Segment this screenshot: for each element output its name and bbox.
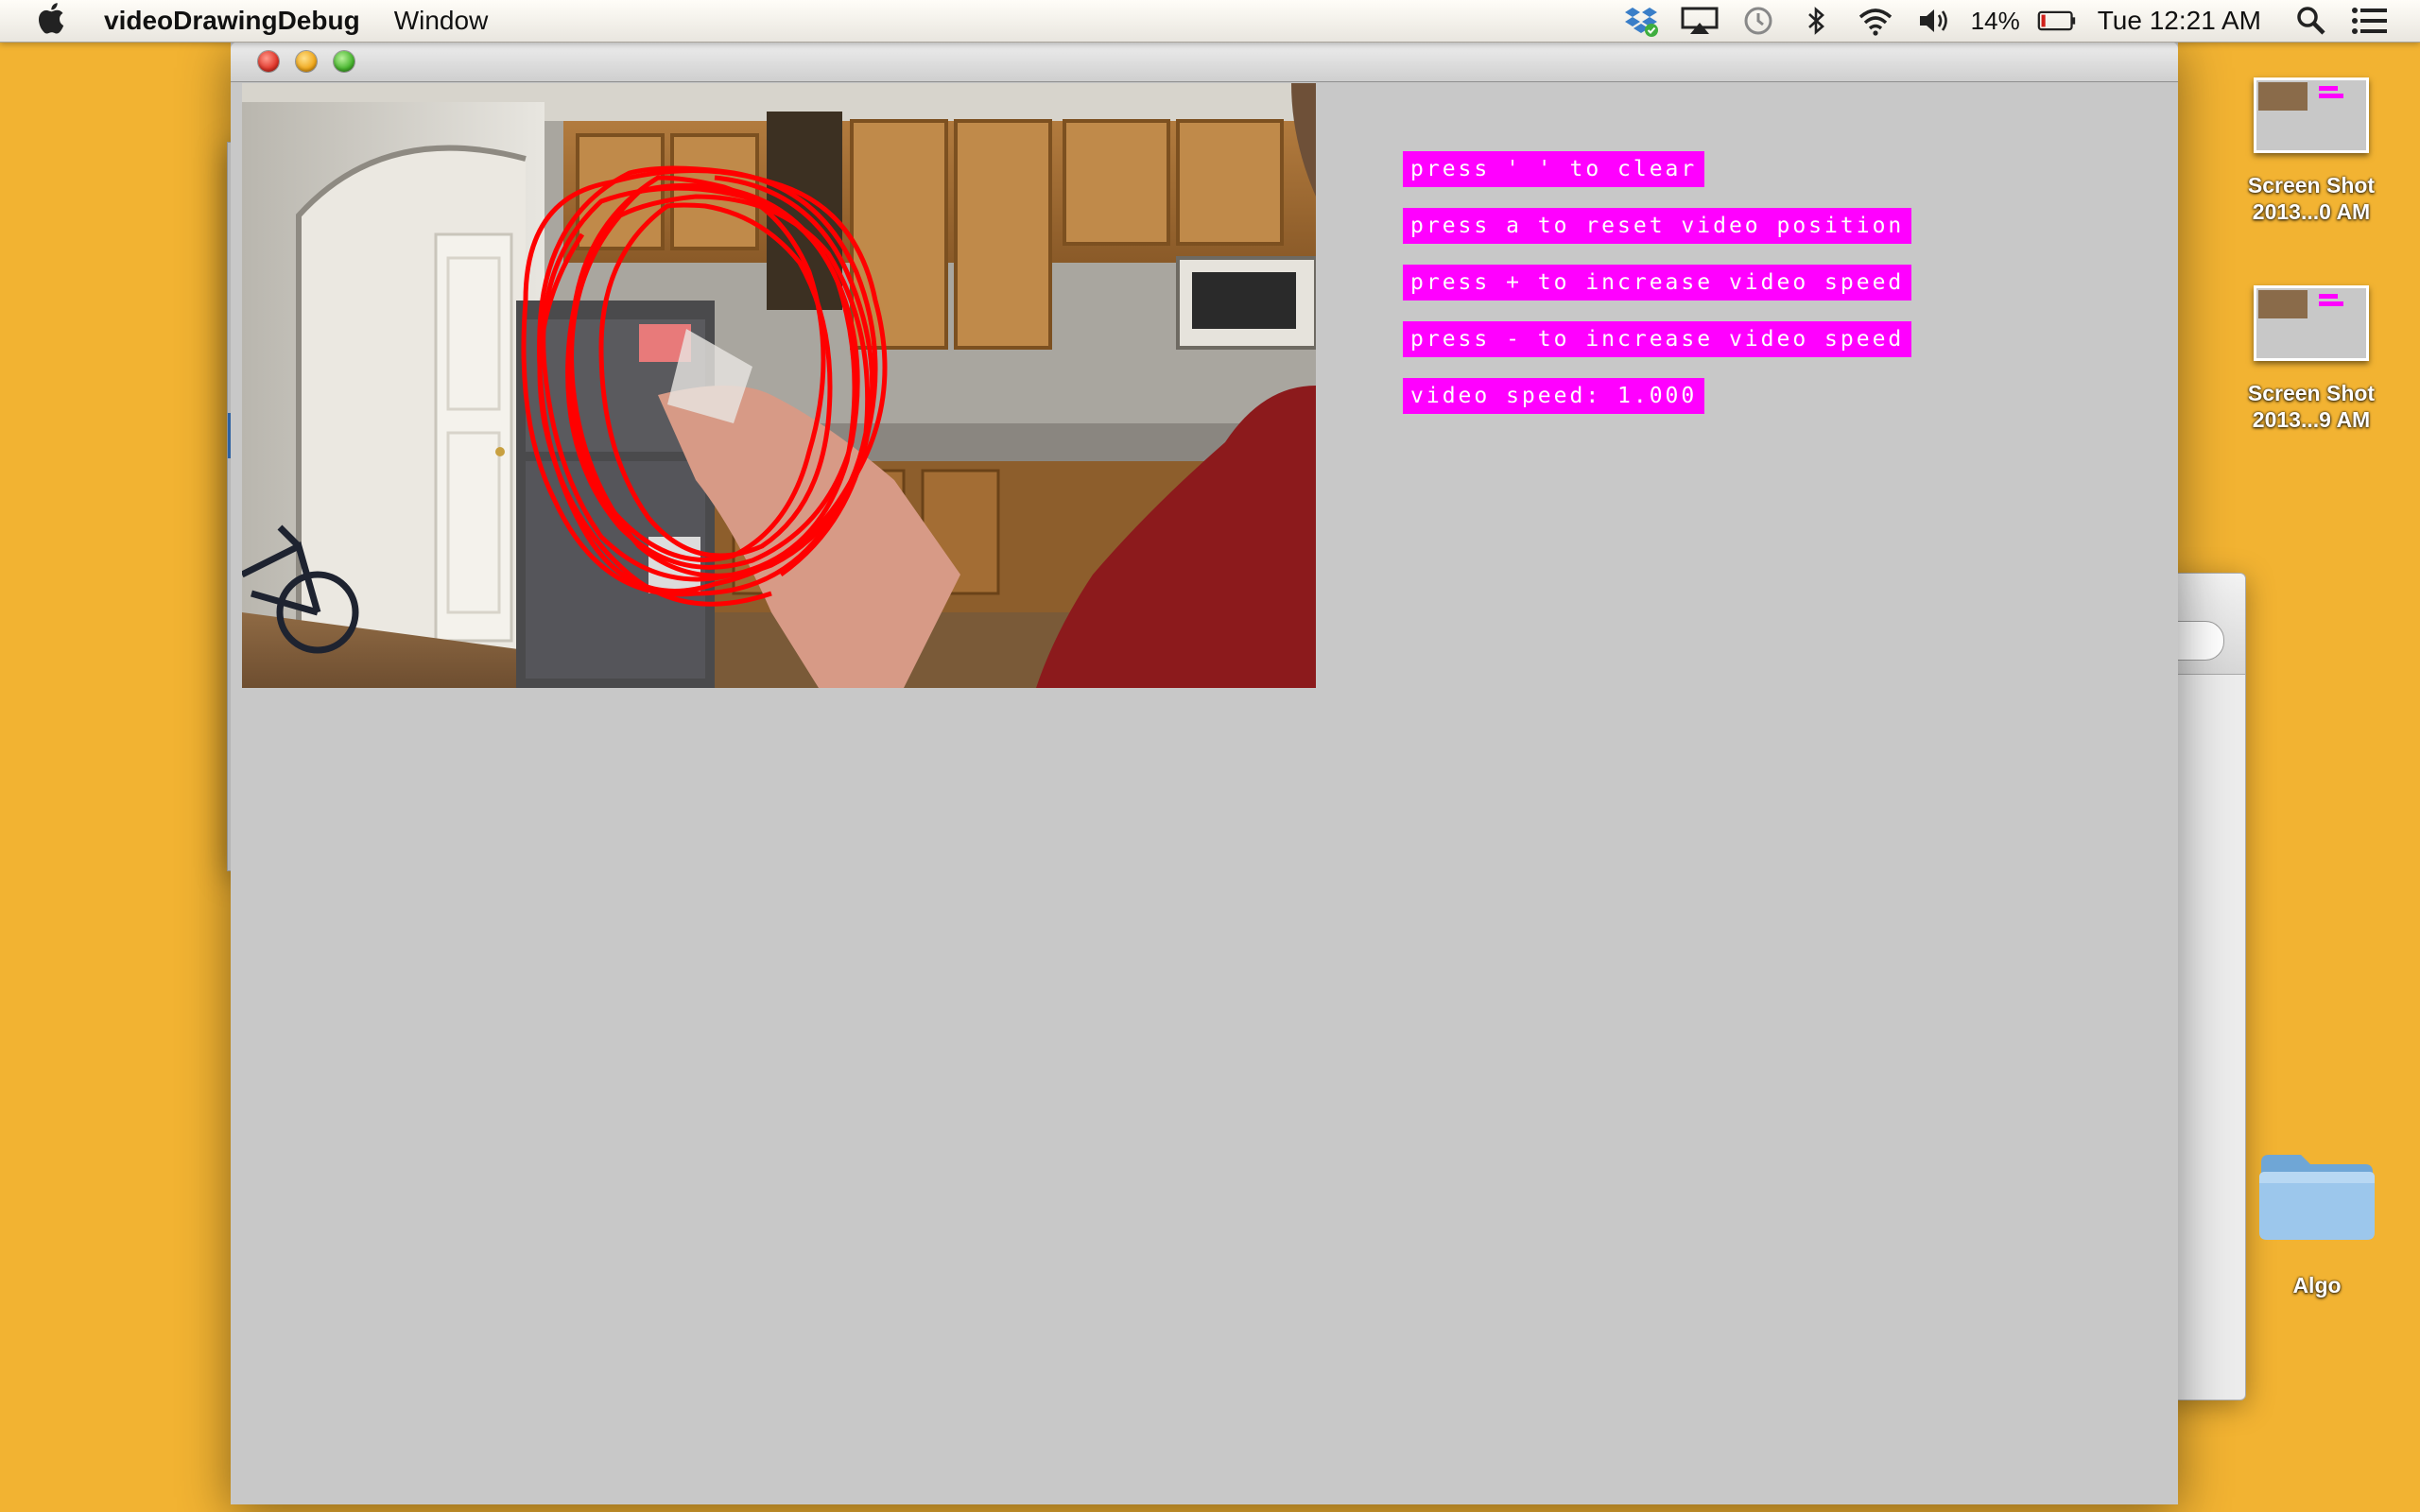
menu-window[interactable]: Window: [394, 6, 489, 36]
minimize-button[interactable]: [296, 51, 317, 72]
dropbox-icon[interactable]: [1621, 5, 1661, 37]
bluetooth-icon[interactable]: [1797, 5, 1837, 37]
video-frame: [242, 83, 1316, 688]
time-machine-icon[interactable]: [1738, 5, 1778, 37]
window-titlebar[interactable]: [231, 42, 2178, 82]
app-window[interactable]: press ' ' to clear press a to reset vide…: [231, 42, 2178, 1504]
close-button[interactable]: [258, 51, 279, 72]
wifi-icon[interactable]: [1856, 5, 1895, 37]
desktop-icon-algo-folder[interactable]: Algo: [2237, 1149, 2397, 1298]
screenshot-thumbnail: [2254, 285, 2369, 361]
spotlight-icon[interactable]: [2291, 5, 2331, 37]
video-canvas[interactable]: [242, 83, 1316, 688]
apple-menu-icon[interactable]: [0, 0, 104, 43]
label-video-speed: video speed: 1.000: [1403, 378, 1705, 414]
menu-clock[interactable]: Tue 12:21 AM: [2098, 6, 2261, 36]
label-decrease-speed-hint: press - to increase video speed: [1403, 321, 1912, 357]
label-clear-hint: press ' ' to clear: [1403, 151, 1705, 187]
airplay-icon[interactable]: [1680, 5, 1720, 37]
label-increase-speed-hint: press + to increase video speed: [1403, 265, 1912, 301]
notification-center-icon[interactable]: [2350, 5, 2390, 37]
desktop-icon-label: Algo: [2292, 1273, 2342, 1297]
label-reset-position-hint: press a to reset video position: [1403, 208, 1912, 244]
battery-icon[interactable]: [2037, 5, 2077, 37]
menu-app-name[interactable]: videoDrawingDebug: [104, 6, 360, 36]
desktop-icon-screenshot-2[interactable]: Screen Shot 2013...9 AM: [2231, 285, 2392, 433]
desktop: videoDrawingDebug Window 14% Tue 12:21 A…: [0, 0, 2420, 1512]
folder-icon: [2259, 1155, 2375, 1240]
desktop-icon-label-line2: 2013...9 AM: [2252, 407, 2371, 432]
battery-percent[interactable]: 14%: [1971, 7, 2020, 36]
desktop-icon-label-line2: 2013...0 AM: [2252, 199, 2371, 224]
desktop-icon-label-line1: Screen Shot: [2247, 381, 2376, 405]
screenshot-thumbnail: [2254, 77, 2369, 153]
desktop-icon-screenshot-1[interactable]: Screen Shot 2013...0 AM: [2231, 77, 2392, 225]
battery-level-fill: [2041, 14, 2046, 27]
menu-bar: videoDrawingDebug Window 14% Tue 12:21 A…: [0, 0, 2420, 43]
zoom-button[interactable]: [334, 51, 354, 72]
volume-icon[interactable]: [1914, 5, 1954, 37]
desktop-icon-label-line1: Screen Shot: [2247, 173, 2376, 198]
